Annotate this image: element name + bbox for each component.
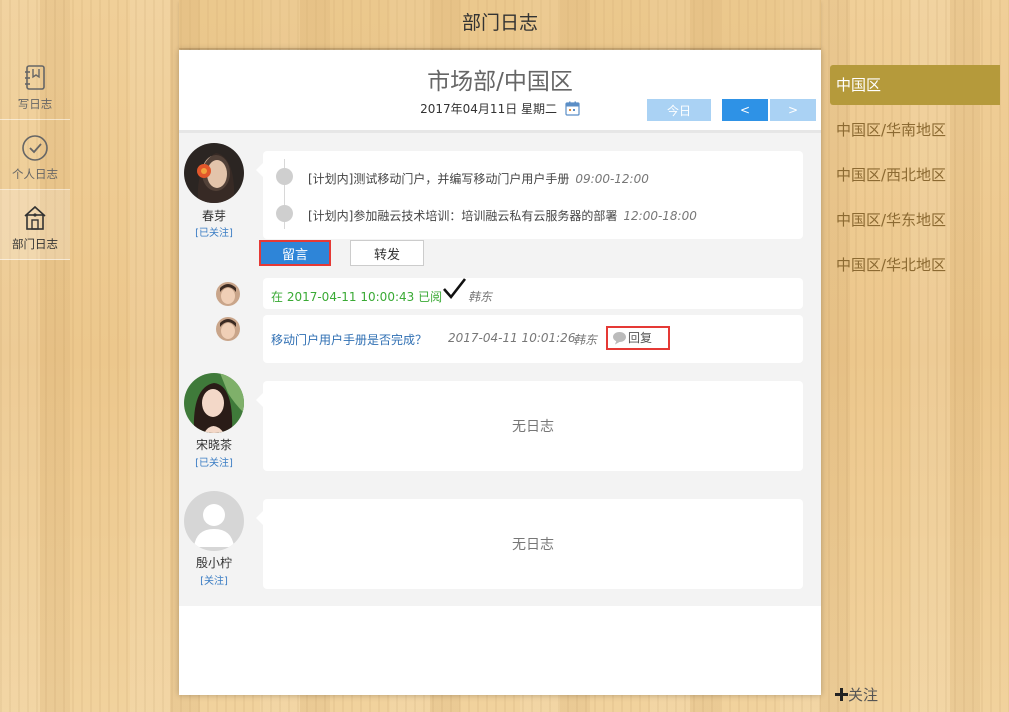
region-item-northwest[interactable]: 中国区/西北地区 — [830, 155, 1000, 195]
no-log-text: 无日志 — [512, 419, 554, 435]
follow-button[interactable]: 关注 — [835, 684, 878, 705]
log-card: [计划内]测试移动门户，并编写移动门户用户手册 09:00-12:00 [计划内]… — [256, 151, 803, 239]
clock-icon — [22, 135, 48, 161]
no-log-text: 无日志 — [512, 537, 554, 553]
avatar[interactable] — [184, 491, 244, 551]
prev-day-button[interactable]: < — [722, 99, 768, 121]
nav-write-log-label: 写日志 — [17, 97, 53, 111]
house-icon — [24, 205, 46, 230]
timeline-dot — [276, 205, 293, 222]
forward-button[interactable]: 转发 — [350, 240, 424, 266]
region-item-east[interactable]: 中国区/华东地区 — [830, 200, 1000, 240]
reply-label: 回复 — [628, 331, 653, 345]
main-panel: 市场部/中国区 2017年04月11日 星期二 今日 < > 春芽 [已关注] … — [179, 50, 821, 695]
notebook-icon — [25, 65, 45, 90]
region-item-south[interactable]: 中国区/华南地区 — [830, 110, 1000, 150]
speech-bubble-icon — [613, 332, 626, 345]
nav-write-log[interactable]: 写日志 — [0, 50, 70, 120]
checkmark-icon — [443, 278, 467, 300]
next-day-button[interactable]: > — [770, 99, 816, 121]
nav-dept-log[interactable]: 部门日志 — [0, 190, 70, 260]
comment-text: 移动门户用户手册是否完成？ — [271, 333, 428, 347]
log-feed: 春芽 [已关注] [计划内]测试移动门户，并编写移动门户用户手册 09:00-12… — [179, 133, 821, 606]
avatar[interactable] — [216, 317, 240, 341]
plan-text: [计划内]参加融云技术培训：培训融云私有云服务器的部署 — [308, 209, 618, 223]
calendar-icon[interactable] — [565, 101, 580, 119]
comment-row: 移动门户用户手册是否完成？ 2017-04-11 10:01:26 韩东 回复 — [263, 315, 803, 363]
log-card: 无日志 — [256, 499, 803, 589]
reply-button[interactable]: 回复 — [606, 326, 670, 350]
plus-icon — [835, 688, 848, 701]
user-name: 春芽 — [201, 209, 226, 223]
reader-name: 韩东 — [468, 290, 493, 304]
user-name: 殷小柠 — [195, 556, 232, 570]
department-title: 市场部/中国区 — [427, 69, 573, 95]
nav-dept-log-label: 部门日志 — [12, 237, 58, 251]
main-header: 市场部/中国区 2017年04月11日 星期二 今日 < > — [179, 50, 821, 133]
plan-time: 12:00-18:00 — [623, 209, 697, 223]
page-header: 部门日志 — [179, 0, 821, 49]
follow-status[interactable]: [关注] — [174, 572, 254, 587]
plan-time: 09:00-12:00 — [575, 172, 649, 186]
nav-personal-log-label: 个人日志 — [12, 167, 58, 181]
region-item-china[interactable]: 中国区 — [830, 65, 1000, 105]
comment-time: 2017-04-11 10:01:26 — [448, 331, 576, 345]
region-item-north[interactable]: 中国区/华北地区 — [830, 245, 1000, 285]
avatar[interactable] — [184, 373, 244, 433]
read-text: 在 2017-04-11 10:00:43 已阅 — [271, 290, 443, 304]
nav-personal-log[interactable]: 个人日志 — [0, 120, 70, 190]
user-name: 宋晓茶 — [195, 438, 232, 452]
commenter-name: 韩东 — [573, 333, 598, 347]
today-button[interactable]: 今日 — [647, 99, 711, 121]
plan-text: [计划内]测试移动门户，并编写移动门户用户手册 — [308, 172, 570, 186]
read-receipt: 在 2017-04-11 10:00:43 已阅 韩东 — [263, 278, 803, 309]
timeline-dot — [276, 168, 293, 185]
leave-message-button[interactable]: 留言 — [259, 240, 331, 266]
follow-status[interactable]: [已关注] — [174, 454, 254, 469]
plan-item: [计划内]参加融云技术培训：培训融云私有云服务器的部署 12:00-18:00 — [308, 207, 697, 224]
left-nav: 写日志 个人日志 部门日志 — [0, 50, 70, 260]
log-card: 无日志 — [256, 381, 803, 471]
follow-status[interactable]: [已关注] — [174, 224, 254, 239]
region-list: 中国区 中国区/华南地区 中国区/西北地区 中国区/华东地区 中国区/华北地区 — [830, 65, 1000, 290]
follow-label: 关注 — [848, 686, 879, 704]
date-text: 2017年04月11日 星期二 — [420, 102, 558, 116]
page-title: 部门日志 — [461, 12, 538, 34]
avatar[interactable] — [184, 143, 244, 203]
avatar[interactable] — [216, 282, 240, 306]
plan-item: [计划内]测试移动门户，并编写移动门户用户手册 09:00-12:00 — [308, 170, 649, 187]
